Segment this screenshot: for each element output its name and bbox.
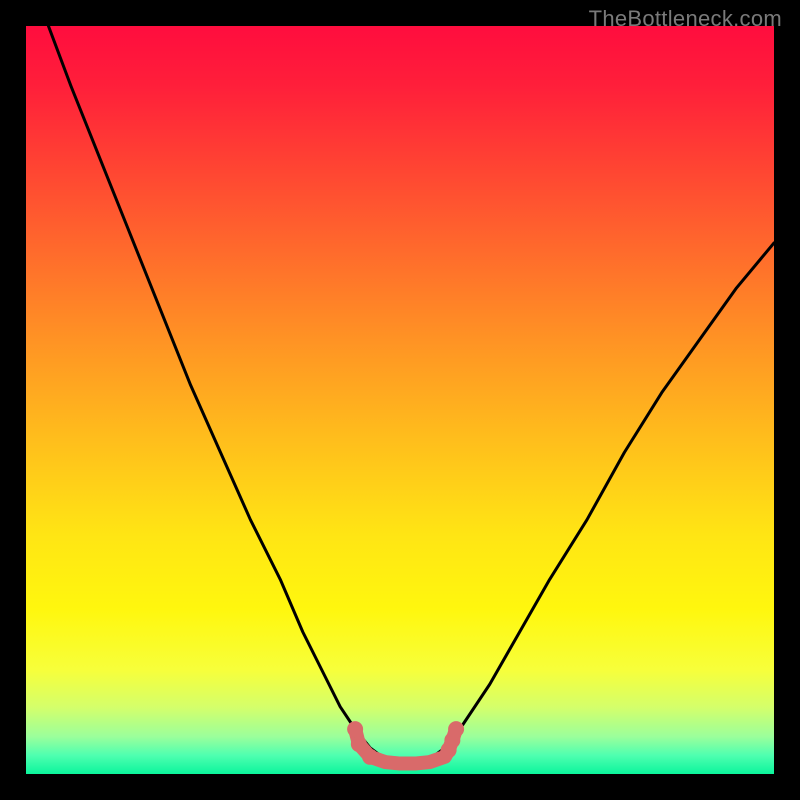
watermark: TheBottleneck.com	[589, 6, 782, 32]
gradient-background	[26, 26, 774, 774]
dot	[351, 736, 367, 752]
dot	[362, 749, 378, 765]
plot-area	[26, 26, 774, 774]
chart-svg	[26, 26, 774, 774]
dot	[347, 721, 363, 737]
dot	[448, 721, 464, 737]
